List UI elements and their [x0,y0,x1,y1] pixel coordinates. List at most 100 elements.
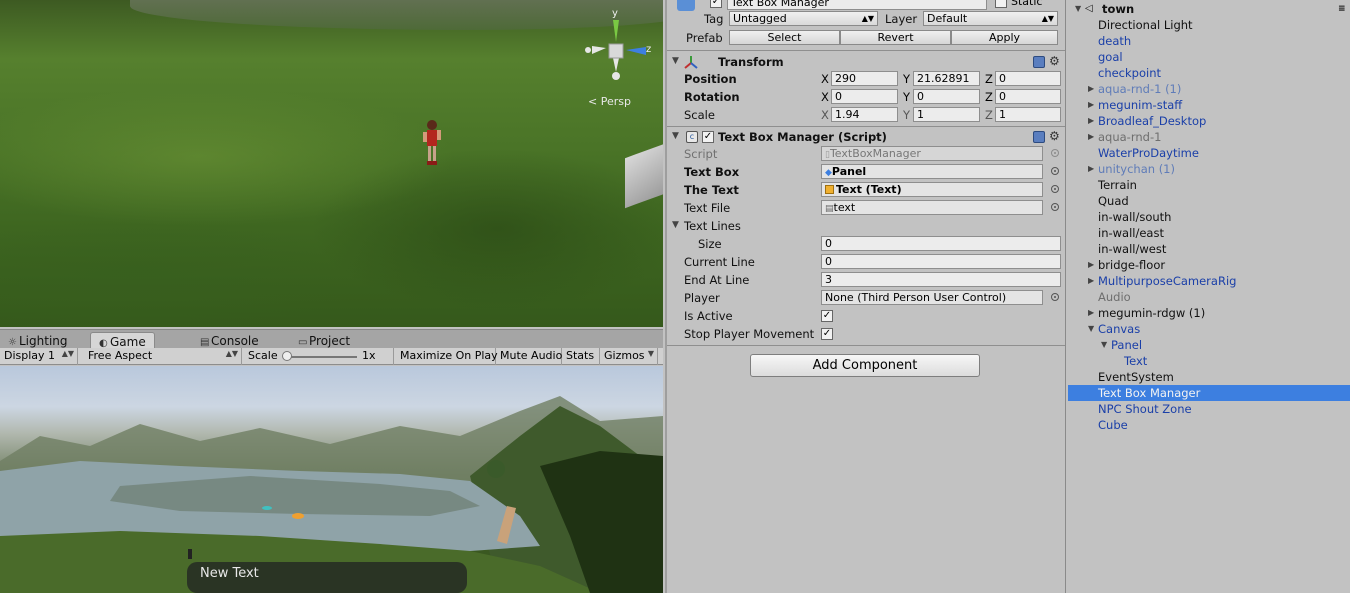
display-dropdown[interactable]: Display 1 ▲▼ [0,348,78,365]
hierarchy-item[interactable]: Audio [1068,289,1350,305]
textbox-reference-field[interactable]: ◆Panel [821,164,1043,179]
fold-arrow-icon[interactable]: ▼ [1075,1,1081,17]
size-input[interactable]: 0 [821,236,1061,251]
transform-header[interactable]: ▼ Transform ⚙ [667,53,1065,71]
fold-arrow-icon[interactable]: ▶ [1088,305,1094,321]
scene-cube-object[interactable] [625,141,663,209]
textlines-foldout[interactable]: ▼ Text Lines [667,217,1065,235]
gizmos-dropdown[interactable]: Gizmos ▼ [600,348,658,365]
hierarchy-item[interactable]: ▼ Canvas [1068,321,1350,337]
hierarchy-item[interactable]: ▶ Broadleaf_Desktop [1068,113,1350,129]
tab-console[interactable]: ▤ Console [192,332,267,349]
static-checkbox[interactable] [995,0,1007,8]
fold-arrow-icon[interactable]: ▼ [672,56,679,66]
fold-arrow-icon[interactable]: ▼ [672,131,679,141]
persp-label[interactable]: < Persp [588,95,631,108]
hierarchy-item[interactable]: checkpoint [1068,65,1350,81]
hierarchy-item[interactable]: ▶ megumin-rdgw (1) [1068,305,1350,321]
scale-x-field[interactable]: 1.94 [831,107,898,122]
aspect-dropdown[interactable]: Free Aspect ▲▼ [84,348,242,365]
hierarchy-item[interactable]: ▶ bridge-floor [1068,257,1350,273]
fold-arrow-icon[interactable]: ▼ [1101,337,1107,353]
hierarchy-item[interactable]: Directional Light [1068,17,1350,33]
hierarchy-item[interactable]: EventSystem [1068,369,1350,385]
hierarchy-item[interactable]: Text Box Manager [1068,385,1350,401]
textfile-reference-field[interactable]: ▤text [821,200,1043,215]
position-y-field[interactable]: 21.62891 [913,71,980,86]
component-enabled-checkbox[interactable]: ✓ [702,131,714,143]
hierarchy-item[interactable]: goal [1068,49,1350,65]
thetext-reference-field[interactable]: Text (Text) [821,182,1043,197]
game-view[interactable] [0,366,663,593]
help-book-icon[interactable] [1033,131,1045,143]
gear-icon[interactable]: ⚙ [1049,54,1060,68]
rotation-y-field[interactable]: 0 [913,89,980,104]
scale-slider-track[interactable] [287,356,357,358]
add-component-button[interactable]: Add Component [750,354,980,377]
hierarchy-item[interactable]: ▶ unitychan (1) [1068,161,1350,177]
tag-dropdown[interactable]: Untagged ▲▼ [729,11,878,26]
layer-dropdown[interactable]: Default ▲▼ [923,11,1058,26]
rotation-z-field[interactable]: 0 [995,89,1061,104]
hierarchy-item[interactable]: death [1068,33,1350,49]
object-picker-icon[interactable] [1051,293,1059,301]
scale-z-field[interactable]: 1 [995,107,1061,122]
scene-menu-icon[interactable]: ≡ [1338,1,1346,17]
fold-arrow-icon[interactable]: ▶ [1088,273,1094,289]
scale-y-field[interactable]: 1 [913,107,980,122]
help-book-icon[interactable] [1033,56,1045,68]
player-reference-field[interactable]: None (Third Person User Control) [821,290,1043,305]
object-name-field[interactable]: Text Box Manager [727,0,987,10]
hierarchy-item[interactable]: ▶ aqua-rnd-1 [1068,129,1350,145]
prefab-select-button[interactable]: Select [729,30,840,45]
currentline-input[interactable]: 0 [821,254,1061,269]
prefab-apply-button[interactable]: Apply [951,30,1058,45]
tab-project[interactable]: ▭ Project [290,332,358,349]
hierarchy-item[interactable]: in-wall/west [1068,241,1350,257]
fold-arrow-icon[interactable]: ▶ [1088,161,1094,177]
fold-arrow-icon[interactable]: ▶ [1088,257,1094,273]
prefab-revert-button[interactable]: Revert [840,30,951,45]
hierarchy-item[interactable]: Cube [1068,417,1350,433]
isactive-checkbox[interactable]: ✓ [821,310,833,322]
orientation-gizmo[interactable]: y z [580,8,652,86]
fold-arrow-icon[interactable]: ▶ [1088,129,1094,145]
tab-game[interactable]: ◐ Game [90,332,155,349]
fold-arrow-icon[interactable]: ▶ [1088,81,1094,97]
script-component-header[interactable]: ▼ c ✓ Text Box Manager (Script) ⚙ [667,128,1065,146]
rotation-x-field[interactable]: 0 [831,89,898,104]
fold-arrow-icon[interactable]: ▶ [1088,113,1094,129]
hierarchy-item[interactable]: ▶ aqua-rnd-1 (1) [1068,81,1350,97]
hierarchy-item[interactable]: Text [1068,353,1350,369]
fold-arrow-icon[interactable]: ▼ [1088,321,1094,337]
object-picker-icon[interactable] [1051,185,1059,193]
hierarchy-item[interactable]: in-wall/south [1068,209,1350,225]
character-model[interactable] [420,118,442,168]
scale-x-label: X [821,108,829,122]
hierarchy-item[interactable]: ▶ MultipurposeCameraRig [1068,273,1350,289]
hierarchy-item[interactable]: WaterProDaytime [1068,145,1350,161]
fold-arrow-icon[interactable]: ▼ [672,220,679,230]
hierarchy-item[interactable]: ▶ megunim-staff [1068,97,1350,113]
tab-lighting[interactable]: ☼ Lighting [0,332,76,349]
hierarchy-item[interactable]: Quad [1068,193,1350,209]
object-picker-icon[interactable] [1051,167,1059,175]
maximize-on-play-button[interactable]: Maximize On Play [396,348,498,365]
scene-view[interactable]: y z < Persp [0,0,663,327]
stats-button[interactable]: Stats [562,348,600,365]
scale-slider-handle[interactable] [282,351,292,361]
hierarchy-item[interactable]: NPC Shout Zone [1068,401,1350,417]
hierarchy-item[interactable]: Terrain [1068,177,1350,193]
scene-root-item[interactable]: ▼ ◁ town ≡ [1068,1,1350,17]
gear-icon[interactable]: ⚙ [1049,129,1060,143]
hierarchy-item[interactable]: ▼ Panel [1068,337,1350,353]
hierarchy-item[interactable]: in-wall/east [1068,225,1350,241]
position-z-field[interactable]: 0 [995,71,1061,86]
stopmove-checkbox[interactable]: ✓ [821,328,833,340]
object-active-checkbox[interactable]: ✓ [710,0,722,8]
mute-audio-button[interactable]: Mute Audio [496,348,562,365]
object-picker-icon[interactable] [1051,203,1059,211]
endatline-input[interactable]: 3 [821,272,1061,287]
position-x-field[interactable]: 290 [831,71,898,86]
fold-arrow-icon[interactable]: ▶ [1088,97,1094,113]
